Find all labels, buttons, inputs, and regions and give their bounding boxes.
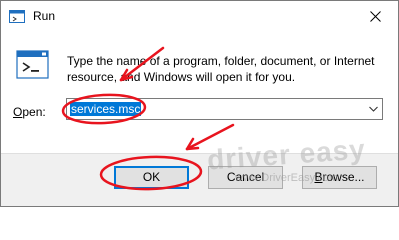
open-label-accelerator: O <box>13 105 23 119</box>
run-dialog: Run Type the name of a program, folder, … <box>0 0 399 207</box>
ok-button[interactable]: OK <box>114 166 189 189</box>
button-bar: OK Cancel Browse... <box>1 153 398 206</box>
cancel-button[interactable]: Cancel <box>208 166 283 189</box>
title-bar[interactable]: Run <box>1 1 398 32</box>
chevron-down-icon[interactable] <box>369 105 378 113</box>
window-title: Run <box>33 9 56 23</box>
browse-button[interactable]: Browse... <box>302 166 377 189</box>
dialog-content: Type the name of a program, folder, docu… <box>1 32 398 153</box>
browse-label: rowse... <box>322 170 365 184</box>
close-button[interactable] <box>352 1 398 32</box>
run-app-icon <box>9 10 25 23</box>
open-label: Open: <box>13 105 46 119</box>
run-program-icon <box>16 50 49 79</box>
open-input-value[interactable]: services.msc <box>70 102 142 116</box>
close-icon <box>370 11 381 22</box>
dialog-description: Type the name of a program, folder, docu… <box>67 54 375 84</box>
open-combobox[interactable]: services.msc <box>66 98 383 120</box>
browse-accelerator: B <box>314 170 323 184</box>
open-label-text: pen: <box>22 105 46 119</box>
